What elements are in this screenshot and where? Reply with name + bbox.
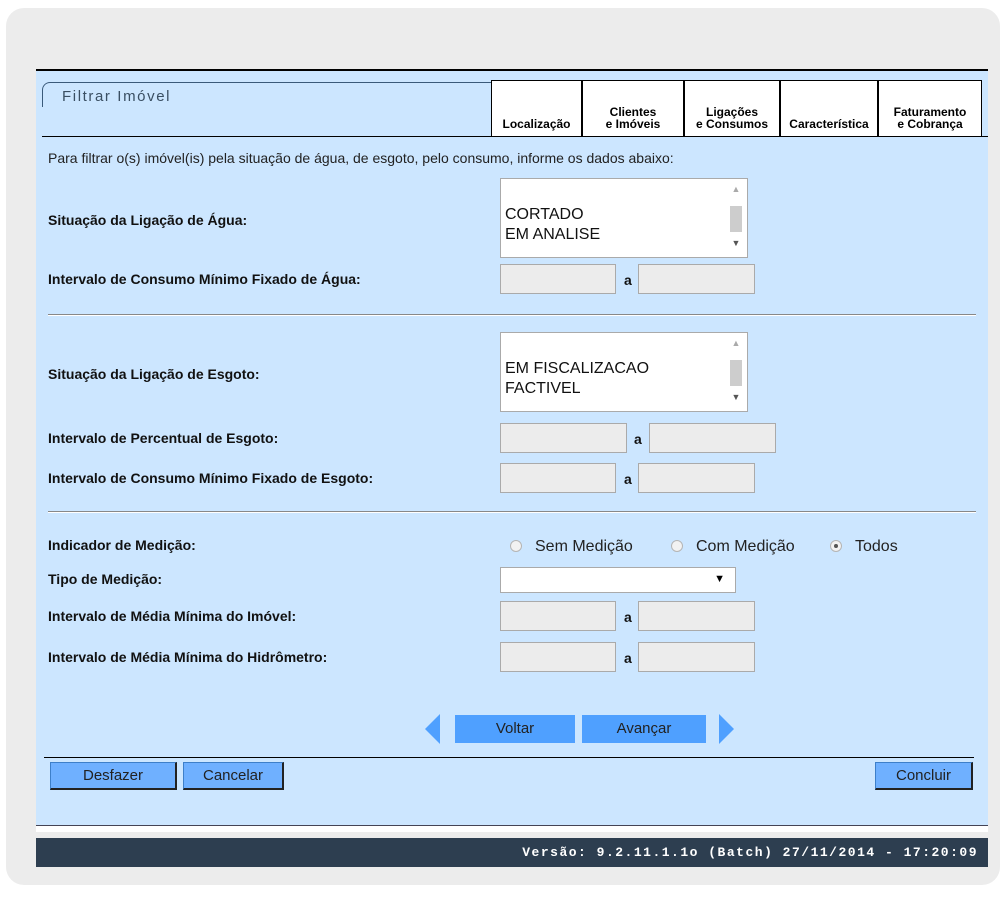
listbox-scrollbar[interactable]: ▲ ▼ <box>726 180 746 256</box>
esgoto-situacao-listbox[interactable]: EM FISCALIZACAO FACTIVEL ▲ ▼ <box>500 332 748 412</box>
tabs-underline <box>42 136 988 137</box>
listbox-option[interactable]: EM ANALISE <box>505 225 600 245</box>
tipo-medicao-select[interactable]: ▼ <box>500 567 736 593</box>
next-button[interactable]: Avançar <box>582 715 706 743</box>
esgoto-situacao-label: Situação da Ligação de Esgoto: <box>48 366 260 382</box>
version-text: Versão: 9.2.11.1.1o (Batch) 27/11/2014 -… <box>522 845 978 860</box>
media-imovel-label: Intervalo de Média Mínima do Imóvel: <box>48 608 297 624</box>
listbox-option[interactable]: FACTIVEL <box>505 379 649 399</box>
scroll-down-icon[interactable]: ▼ <box>726 236 746 250</box>
listbox-option[interactable]: EM FISCALIZACAO <box>505 359 649 379</box>
actions-divider <box>44 757 974 758</box>
page-title: Filtrar Imóvel <box>62 88 172 105</box>
media-imovel-max-input[interactable] <box>638 601 755 631</box>
indicador-medicao-label: Indicador de Medição: <box>48 537 196 553</box>
range-separator: a <box>634 431 642 447</box>
agua-situacao-listbox[interactable]: CORTADO EM ANALISE ▲ ▼ <box>500 178 748 258</box>
finish-button[interactable]: Concluir <box>875 762 973 790</box>
esgoto-consumo-max-input[interactable] <box>638 463 755 493</box>
footer-rule <box>36 825 988 832</box>
tab-localizacao[interactable]: Localização <box>491 80 582 136</box>
range-separator: a <box>624 471 632 487</box>
esgoto-percentual-min-input[interactable] <box>500 423 627 453</box>
tab-label: Localização <box>502 117 571 131</box>
next-arrow-icon[interactable] <box>719 714 734 744</box>
range-separator: a <box>624 272 632 288</box>
scroll-down-icon[interactable]: ▼ <box>726 390 746 404</box>
cancel-button[interactable]: Cancelar <box>183 762 284 790</box>
intro-text: Para filtrar o(s) imóvel(is) pela situaç… <box>48 150 674 166</box>
tab-faturamento-cobranca[interactable]: Faturamento e Cobrança <box>878 80 982 136</box>
back-button[interactable]: Voltar <box>455 715 575 743</box>
esgoto-percentual-max-input[interactable] <box>649 423 776 453</box>
tab-clientes-imoveis[interactable]: Clientes e Imóveis <box>582 80 684 136</box>
radio-com-medicao[interactable] <box>671 540 683 552</box>
media-hidrometro-label: Intervalo de Média Mínima do Hidrômetro: <box>48 649 328 665</box>
radio-label: Todos <box>855 538 898 555</box>
range-separator: a <box>624 650 632 666</box>
scroll-thumb[interactable] <box>730 360 742 386</box>
media-imovel-min-input[interactable] <box>500 601 616 631</box>
agua-consumo-label: Intervalo de Consumo Mínimo Fixado de Ág… <box>48 271 361 287</box>
esgoto-percentual-label: Intervalo de Percentual de Esgoto: <box>48 430 279 446</box>
scroll-up-icon[interactable]: ▲ <box>726 336 746 350</box>
range-separator: a <box>624 609 632 625</box>
agua-situacao-label: Situação da Ligação de Água: <box>48 212 248 228</box>
media-hidrometro-max-input[interactable] <box>638 642 755 672</box>
tab-label-line2: e Imóveis <box>605 117 661 131</box>
scroll-up-icon[interactable]: ▲ <box>726 182 746 196</box>
tab-caracteristica[interactable]: Característica <box>780 80 878 136</box>
tab-label-line2: e Cobrança <box>897 117 963 131</box>
esgoto-consumo-label: Intervalo de Consumo Mínimo Fixado de Es… <box>48 470 374 486</box>
tipo-medicao-label: Tipo de Medição: <box>48 571 163 587</box>
tab-label: Característica <box>789 117 869 131</box>
agua-consumo-max-input[interactable] <box>638 264 755 294</box>
listbox-option[interactable]: CORTADO <box>505 205 600 225</box>
agua-consumo-min-input[interactable] <box>500 264 616 294</box>
footer-bar: Versão: 9.2.11.1.1o (Batch) 27/11/2014 -… <box>36 838 988 867</box>
radio-sem-medicao[interactable] <box>510 540 522 552</box>
header-line <box>36 69 988 71</box>
tab-ligacoes-consumos[interactable]: Ligações e Consumos <box>684 80 780 136</box>
tab-label-line2: e Consumos <box>695 117 768 131</box>
radio-label: Com Medição <box>696 538 795 555</box>
section-divider <box>48 314 976 315</box>
section-divider <box>48 511 976 512</box>
radio-todos[interactable] <box>830 540 842 552</box>
listbox-scrollbar[interactable]: ▲ ▼ <box>726 334 746 410</box>
dropdown-arrow-icon[interactable]: ▼ <box>714 573 725 585</box>
esgoto-consumo-min-input[interactable] <box>500 463 616 493</box>
scroll-thumb[interactable] <box>730 206 742 232</box>
radio-label: Sem Medição <box>535 538 633 555</box>
back-arrow-icon[interactable] <box>425 714 440 744</box>
undo-button[interactable]: Desfazer <box>50 762 177 790</box>
media-hidrometro-min-input[interactable] <box>500 642 616 672</box>
